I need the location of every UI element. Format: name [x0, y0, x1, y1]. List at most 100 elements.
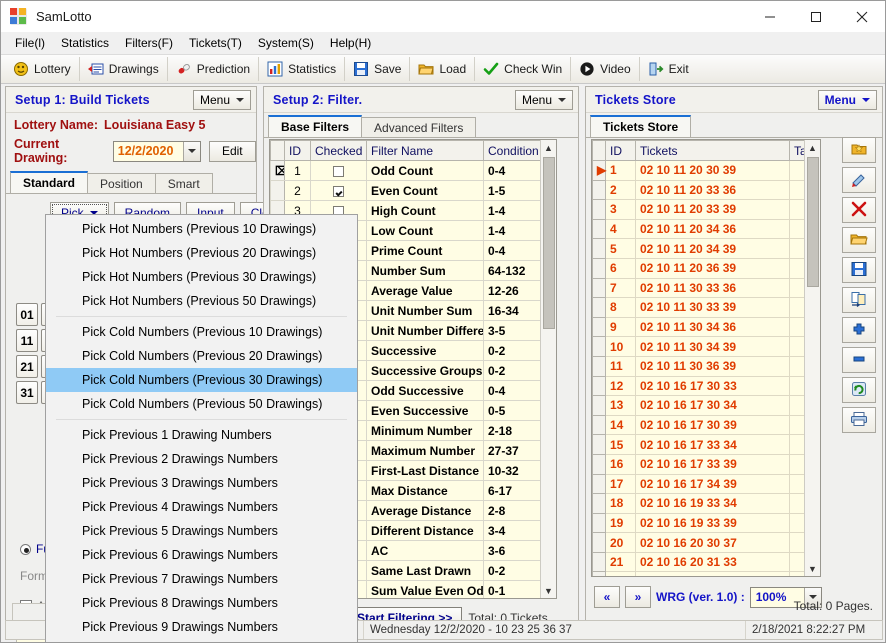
tab-smart[interactable]: Smart	[154, 173, 213, 193]
row-marker[interactable]	[592, 257, 606, 279]
toolbar-exit-button[interactable]: Exit	[640, 57, 697, 81]
table-row[interactable]: 9 02 10 11 30 34 36	[592, 316, 820, 338]
row-marker[interactable]: ⌦	[270, 160, 285, 181]
close-button[interactable]	[839, 1, 885, 32]
table-row[interactable]: 20 02 10 16 20 30 37	[592, 532, 820, 553]
row-marker[interactable]	[592, 473, 606, 495]
menu-item[interactable]: Pick Previous 2 Drawings Numbers	[46, 447, 357, 471]
refresh-tickets-button[interactable]	[842, 377, 876, 403]
row-marker[interactable]: ▶	[592, 160, 606, 181]
minimize-button[interactable]	[747, 1, 793, 32]
scroll-down-icon[interactable]: ▼	[541, 583, 557, 598]
tickets-grid[interactable]: ID Tickets Tag ▶102 10 11 20 30 39202 10…	[591, 139, 821, 577]
row-marker[interactable]	[592, 414, 606, 436]
current-drawing-combo[interactable]: 12/2/2020	[112, 140, 201, 162]
filter-checkbox[interactable]	[333, 165, 344, 177]
table-row[interactable]: 5 02 10 11 20 34 39	[592, 238, 820, 259]
prev-page-button[interactable]: «	[594, 586, 620, 608]
table-row[interactable]: 11 02 10 11 30 36 39	[592, 355, 820, 377]
export-tickets-button[interactable]	[842, 287, 876, 313]
scroll-up-icon[interactable]: ▲	[805, 140, 821, 155]
menu-item[interactable]: Pick Cold Numbers (Previous 10 Drawings)	[46, 320, 357, 344]
remove-row-button[interactable]	[842, 347, 876, 373]
tickets-store-menu-button[interactable]: Menu	[817, 89, 877, 110]
menu-item[interactable]: Pick Previous 9 Drawings Numbers	[46, 615, 357, 639]
row-marker[interactable]	[592, 297, 606, 318]
menu-item[interactable]: Pick Previous 3 Drawings Numbers	[46, 471, 357, 495]
menu-item[interactable]: Pick Previous 8 Drawings Numbers	[46, 591, 357, 615]
tab-advanced-filters[interactable]: Advanced Filters	[361, 117, 477, 137]
tab-standard[interactable]: Standard	[10, 171, 89, 193]
menu-item[interactable]: Pick Previous 4 Drawings Numbers	[46, 495, 357, 519]
toolbar-lottery-button[interactable]: Lottery	[5, 57, 80, 81]
table-row[interactable]: 2202 10 16 20 31 34	[592, 571, 820, 576]
pick-dropdown-menu[interactable]: Pick Hot Numbers (Previous 10 Drawings) P…	[45, 214, 358, 642]
maximize-button[interactable]	[793, 1, 839, 32]
delete-ticket-button[interactable]	[842, 197, 876, 223]
table-row[interactable]: 19 02 10 16 19 33 39	[592, 512, 820, 534]
tab-base-filters[interactable]: Base Filters	[268, 115, 363, 137]
menu-item[interactable]: Pick Previous 1 Drawing Numbers	[46, 423, 357, 447]
build-tickets-menu-button[interactable]: Menu	[192, 89, 251, 110]
menu-item-tickets[interactable]: Tickets(T)	[181, 34, 250, 52]
row-marker[interactable]	[592, 493, 606, 514]
toolbar-check-win-button[interactable]: Check Win	[475, 57, 572, 81]
table-row[interactable]: 2 Even Count 1-5	[270, 180, 556, 201]
tab-tickets-store[interactable]: Tickets Store	[590, 115, 692, 137]
filter-col-name[interactable]: Filter Name	[366, 140, 484, 161]
row-marker[interactable]	[592, 375, 606, 397]
menu-item[interactable]: Pick Cold Numbers (Previous 20 Drawings)	[46, 344, 357, 368]
toolbar-prediction-button[interactable]: Prediction	[168, 57, 260, 81]
filter-scrollbar[interactable]: ▲ ▼	[540, 140, 556, 598]
toolbar-save-button[interactable]: Save	[345, 57, 411, 81]
row-marker[interactable]	[592, 355, 606, 377]
row-marker[interactable]	[592, 395, 606, 416]
table-row[interactable]: 2 02 10 11 20 33 36	[592, 179, 820, 201]
add-row-button[interactable]	[842, 317, 876, 343]
menu-item-system[interactable]: System(S)	[250, 34, 322, 52]
toolbar-drawings-button[interactable]: Drawings	[80, 57, 168, 81]
row-marker[interactable]	[592, 238, 606, 259]
menu-item[interactable]: Pick Hot Numbers (Previous 10 Drawings)	[46, 217, 357, 241]
table-row[interactable]: ⌦1Odd Count0-4	[270, 160, 556, 181]
scroll-down-icon[interactable]: ▼	[805, 561, 821, 576]
tickets-col-id[interactable]: ID	[605, 140, 636, 161]
menu-item-filters[interactable]: Filters(F)	[117, 34, 181, 52]
menu-item[interactable]: Pick Previous 10 Drawings Numbers	[46, 639, 357, 642]
row-marker[interactable]	[592, 453, 606, 475]
tickets-col-tickets[interactable]: Tickets	[635, 140, 790, 161]
save-tickets-button[interactable]	[842, 257, 876, 283]
menu-item[interactable]: Pick Cold Numbers (Previous 50 Drawings)	[46, 392, 357, 416]
filter-scroll-thumb[interactable]	[543, 157, 555, 329]
row-marker[interactable]	[592, 532, 606, 553]
row-marker[interactable]	[592, 179, 606, 201]
menu-item-file[interactable]: File(l)	[7, 34, 53, 52]
menu-item[interactable]: Pick Previous 7 Drawings Numbers	[46, 567, 357, 591]
table-row[interactable]: 4 02 10 11 20 34 36	[592, 218, 820, 240]
row-marker[interactable]	[592, 551, 606, 573]
table-row[interactable]: 18 02 10 16 19 33 34	[592, 493, 820, 514]
menu-item-statistics[interactable]: Statistics	[53, 34, 117, 52]
menu-item[interactable]: Pick Previous 5 Drawings Numbers	[46, 519, 357, 543]
menu-item[interactable]: Pick Previous 6 Drawings Numbers	[46, 543, 357, 567]
filter-checked-cell[interactable]	[310, 160, 367, 181]
table-row[interactable]: 15 02 10 16 17 33 34	[592, 434, 820, 455]
number-cell[interactable]: 21	[16, 355, 38, 378]
edit-drawing-button[interactable]: Edit	[208, 140, 256, 162]
toolbar-video-button[interactable]: Video	[571, 57, 640, 81]
tickets-scrollbar[interactable]: ▲ ▼	[804, 140, 820, 576]
row-marker[interactable]	[592, 512, 606, 534]
number-cell[interactable]: 31	[16, 381, 38, 404]
table-row[interactable]: 3 02 10 11 20 33 39	[592, 199, 820, 220]
add-star-ticket-button[interactable]	[842, 137, 876, 163]
open-tickets-button[interactable]	[842, 227, 876, 253]
table-row[interactable]: 14 02 10 16 17 30 39	[592, 414, 820, 436]
table-row[interactable]: 16 02 10 16 17 33 39	[592, 453, 820, 475]
print-tickets-button[interactable]	[842, 407, 876, 433]
toolbar-load-button[interactable]: Load	[410, 57, 476, 81]
table-row[interactable]: 10 02 10 11 30 34 39	[592, 336, 820, 357]
toolbar-statistics-button[interactable]: Statistics	[259, 57, 346, 81]
row-marker[interactable]	[592, 316, 606, 338]
menu-item[interactable]: Pick Hot Numbers (Previous 20 Drawings)	[46, 241, 357, 265]
number-cell[interactable]: 11	[16, 329, 38, 352]
